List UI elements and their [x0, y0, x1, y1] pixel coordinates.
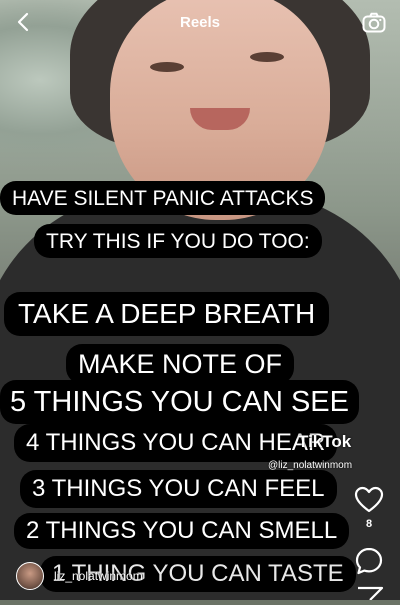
tiktok-watermark-logo: TikTok — [298, 432, 352, 451]
tiktok-watermark-user: @liz_nolatwinmom — [268, 460, 353, 471]
top-bar: Reels — [0, 0, 400, 48]
caption-line-7: 3 THINGS YOU CAN FEEL — [20, 470, 337, 508]
camera-icon — [362, 12, 386, 33]
video-eye-left — [150, 62, 184, 72]
like-count: 8 — [365, 518, 373, 530]
share-icon — [358, 586, 384, 601]
share-button[interactable] — [356, 586, 384, 601]
author-info: liz_nolatwinmom — [16, 562, 143, 590]
video-eye-right — [250, 52, 284, 62]
avatar[interactable] — [16, 562, 44, 590]
page-title: Reels — [179, 14, 221, 31]
author-username[interactable]: liz_nolatwinmom — [54, 569, 143, 583]
video-mouth — [190, 108, 250, 130]
like-button[interactable] — [354, 486, 384, 514]
caption-line-3: TAKE A DEEP BREATH — [4, 292, 330, 336]
caption-line-8: 2 THINGS YOU CAN SMELL — [14, 513, 350, 549]
caption-line-5: 5 THINGS YOU CAN SEE — [0, 380, 359, 424]
heart-icon — [354, 486, 384, 513]
caption-line-1: HAVE SILENT PANIC ATTACKS — [0, 181, 326, 215]
camera-button[interactable] — [362, 12, 386, 34]
caption-line-2: TRY THIS IF YOU DO TOO: — [34, 224, 322, 258]
caption-line-6: 4 THINGS YOU CAN HEAR — [14, 424, 338, 462]
comment-button[interactable] — [354, 546, 384, 576]
caption-line-4: MAKE NOTE OF — [66, 344, 295, 384]
comment-icon — [355, 547, 383, 575]
